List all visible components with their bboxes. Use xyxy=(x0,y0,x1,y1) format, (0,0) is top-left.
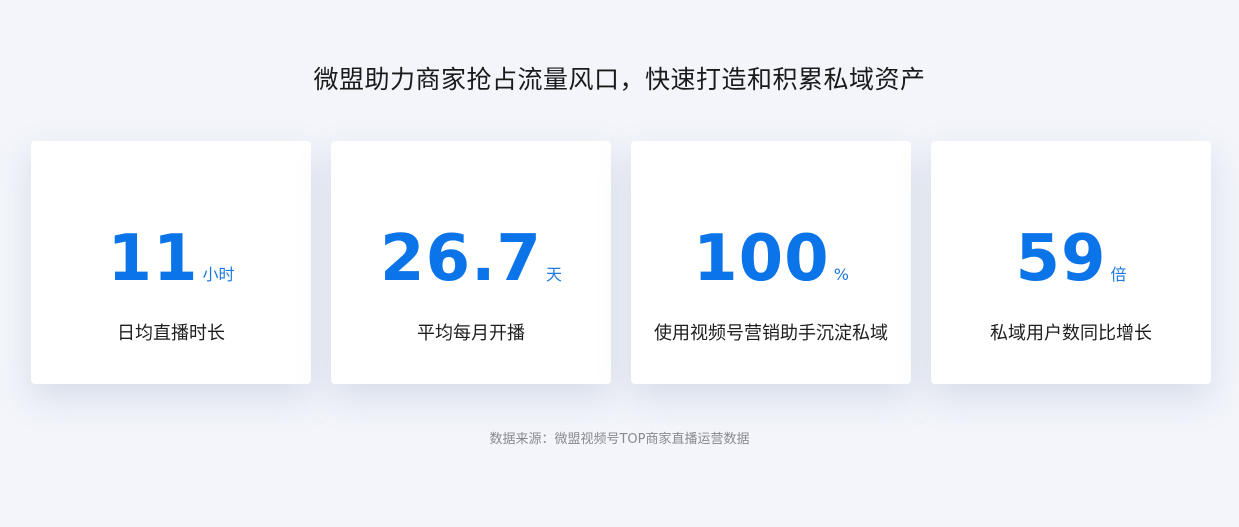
stat-card-daily-live-hours: 11 小时 日均直播时长 xyxy=(31,141,311,384)
stat-label: 使用视频号营销助手沉淀私域 xyxy=(654,323,888,344)
stat-card-private-users-growth: 59 倍 私域用户数同比增长 xyxy=(931,141,1211,384)
stat-unit: 倍 xyxy=(1110,265,1127,284)
stat-label: 日均直播时长 xyxy=(117,323,225,344)
stat-figure: 11 小时 xyxy=(31,219,311,299)
stat-unit: 天 xyxy=(545,265,562,284)
stat-value: 100 xyxy=(693,222,830,296)
stats-cards: 11 小时 日均直播时长 26.7 天 平均每月开播 100% 使用视频号营销助手沉… xyxy=(31,141,1211,384)
stat-figure: 100% xyxy=(631,219,911,299)
stat-card-monthly-live-days: 26.7 天 平均每月开播 xyxy=(331,141,611,384)
stat-unit: % xyxy=(833,265,849,284)
stat-figure: 59 倍 xyxy=(931,219,1211,299)
data-source-note: 数据来源：微盟视频号TOP商家直播运营数据 xyxy=(489,432,750,447)
stat-value: 11 xyxy=(107,222,199,296)
stat-value: 59 xyxy=(1015,222,1107,296)
stat-unit: 小时 xyxy=(202,265,235,284)
page-headline: 微盟助力商家抢占流量风口，快速打造和积累私域资产 xyxy=(313,65,926,94)
stat-figure: 26.7 天 xyxy=(331,219,611,299)
stat-card-marketing-assistant-usage: 100% 使用视频号营销助手沉淀私域 xyxy=(631,141,911,384)
stat-value: 26.7 xyxy=(380,222,542,296)
stat-label: 平均每月开播 xyxy=(417,323,525,344)
stat-label: 私域用户数同比增长 xyxy=(990,323,1152,344)
